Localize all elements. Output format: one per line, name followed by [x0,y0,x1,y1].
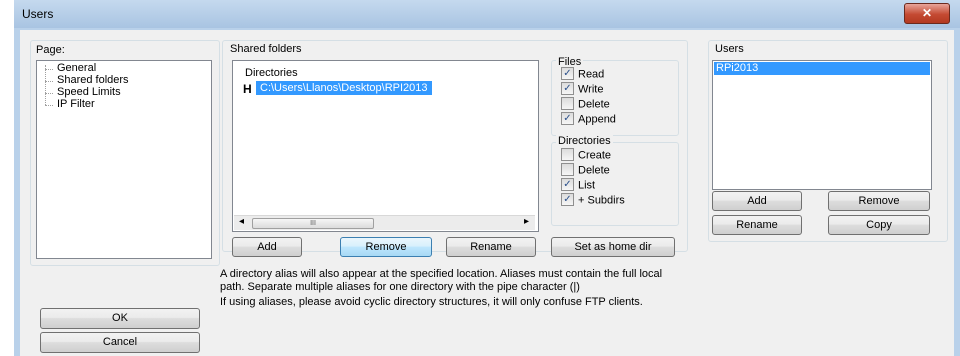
dialog-body: Page: General Shared folders Speed Limit… [20,30,954,356]
remove-user-button[interactable]: Remove [828,191,930,211]
copy-user-button[interactable]: Copy [828,215,930,235]
create-label: Create [578,149,612,162]
list-check-icon: ✓ [561,178,574,191]
tree-item-general[interactable]: General [57,62,96,74]
file-delete-label: Delete [578,98,610,111]
rename-user-button[interactable]: Rename [712,215,802,235]
write-label: Write [578,83,604,96]
user-item[interactable]: RPi2013 [714,62,930,75]
rename-directory-button[interactable]: Rename [446,237,536,257]
alias-info-line-2: path. Separate multiple aliases for one … [220,281,580,293]
add-directory-button[interactable]: Add [232,237,302,257]
directories-list: Directories H C:\Users\Llanos\Desktop\RP… [232,60,539,232]
create-checkbox[interactable]: Create [561,148,612,163]
shared-folders-label: Shared folders [228,43,304,55]
window-title: Users [22,7,54,21]
users-label: Users [713,43,746,55]
append-check-icon: ✓ [561,112,574,125]
create-check-icon [561,148,574,161]
directory-item[interactable]: C:\Users\Llanos\Desktop\RPI2013 [256,81,432,95]
scroll-thumb-grip: III [310,220,316,227]
dir-delete-check-icon [561,163,574,176]
write-check-icon: ✓ [561,82,574,95]
directories-column-header: Directories [245,67,298,79]
file-delete-checkbox[interactable]: Delete [561,97,610,112]
scroll-right-icon[interactable]: ▸ [524,216,529,227]
dir-delete-label: Delete [578,164,610,177]
set-home-dir-button[interactable]: Set as home dir [551,237,675,257]
scroll-thumb[interactable]: III [252,218,374,229]
tree-item-shared-folders[interactable]: Shared folders [57,74,129,86]
add-user-button[interactable]: Add [712,191,802,211]
horizontal-scrollbar[interactable]: ◂ III ▸ [234,215,535,230]
directories-perm-label: Directories [556,135,613,147]
tree-item-ip-filter[interactable]: IP Filter [57,98,95,110]
title-bar: Users ✕ [14,0,960,28]
users-list: RPi2013 [712,60,932,190]
subdirs-label: + Subdirs [578,194,625,207]
list-label: List [578,179,596,192]
write-checkbox[interactable]: ✓ Write [561,82,604,97]
users-dialog: Users ✕ Page: General Shared folders Spe… [14,0,960,356]
scroll-left-icon[interactable]: ◂ [239,216,244,227]
tree-item-speed-limits[interactable]: Speed Limits [57,86,121,98]
remove-directory-button[interactable]: Remove [340,237,432,257]
close-button[interactable]: ✕ [904,3,950,24]
list-checkbox[interactable]: ✓ List [561,178,596,193]
append-label: Append [578,113,616,126]
alias-info-line-3: If using aliases, please avoid cyclic di… [220,296,643,308]
alias-info-line-1: A directory alias will also appear at th… [220,268,663,280]
append-checkbox[interactable]: ✓ Append [561,112,616,127]
close-icon: ✕ [921,6,933,20]
subdirs-check-icon: ✓ [561,193,574,206]
cancel-button[interactable]: Cancel [40,332,200,353]
read-checkbox[interactable]: ✓ Read [561,67,605,82]
file-delete-check-icon [561,97,574,110]
ok-button[interactable]: OK [40,308,200,329]
page-tree: General Shared folders Speed Limits IP F… [36,60,212,259]
dir-delete-checkbox[interactable]: Delete [561,163,610,178]
read-label: Read [578,68,605,81]
read-check-icon: ✓ [561,67,574,80]
subdirs-checkbox[interactable]: ✓ + Subdirs [561,193,625,208]
home-dir-marker: H [243,82,252,96]
page-label: Page: [36,44,65,56]
